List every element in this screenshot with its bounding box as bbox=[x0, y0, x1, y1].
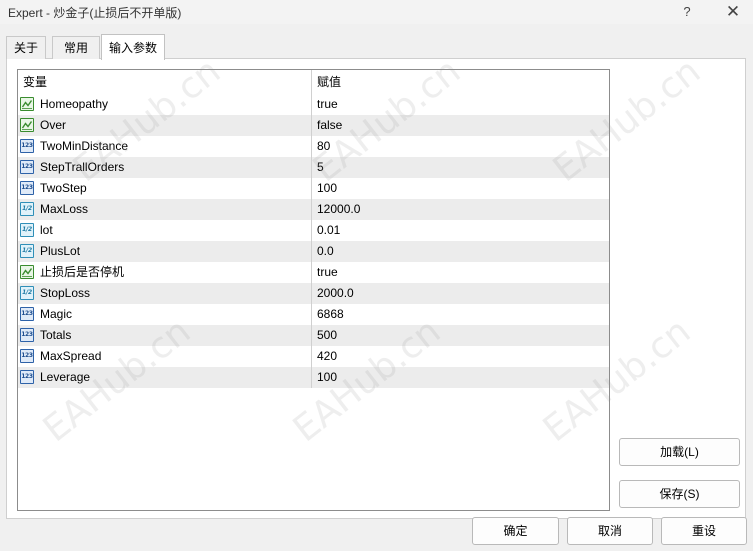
variable-name: Over bbox=[40, 118, 67, 132]
int-icon: 123 bbox=[20, 370, 34, 384]
int-icon-label: 123 bbox=[21, 142, 33, 149]
value-cell[interactable]: 100 bbox=[312, 367, 609, 388]
table-row[interactable]: 1/2 lot 0.01 bbox=[18, 220, 609, 241]
load-button[interactable]: 加载(L) bbox=[619, 438, 740, 466]
double-icon: 1/2 bbox=[20, 244, 34, 258]
int-icon-label: 123 bbox=[21, 331, 33, 338]
title-bar: Expert - 炒金子(止损后不开单版) ? ✕ bbox=[0, 0, 753, 24]
value-cell[interactable]: false bbox=[312, 115, 609, 136]
value-cell[interactable]: 500 bbox=[312, 325, 609, 346]
table-row[interactable]: 1/2 MaxLoss 12000.0 bbox=[18, 199, 609, 220]
grid-rows: Homeopathy true Over false 123 TwoMinDistance… bbox=[18, 94, 609, 388]
value-cell[interactable]: 5 bbox=[312, 157, 609, 178]
double-icon-label: 1/2 bbox=[22, 205, 32, 212]
table-row[interactable]: 123 Magic 6868 bbox=[18, 304, 609, 325]
int-icon-label: 123 bbox=[21, 373, 33, 380]
value-cell[interactable]: 80 bbox=[312, 136, 609, 157]
variable-name: PlusLot bbox=[40, 244, 81, 258]
reset-button[interactable]: 重设 bbox=[661, 517, 747, 545]
value-cell[interactable]: 0.01 bbox=[312, 220, 609, 241]
value-cell[interactable]: 12000.0 bbox=[312, 199, 609, 220]
variable-cell[interactable]: 123 Totals bbox=[18, 325, 312, 346]
int-icon: 123 bbox=[20, 349, 34, 363]
variable-name: StopLoss bbox=[40, 286, 91, 300]
int-icon: 123 bbox=[20, 139, 34, 153]
help-button[interactable]: ? bbox=[676, 1, 698, 23]
variable-cell[interactable]: 止损后是否停机 bbox=[18, 262, 312, 283]
value-cell[interactable]: 2000.0 bbox=[312, 283, 609, 304]
variable-name: MaxSpread bbox=[40, 349, 102, 363]
bool-icon bbox=[20, 118, 34, 132]
table-row[interactable]: 123 TwoStep 100 bbox=[18, 178, 609, 199]
tab-common[interactable]: 常用 bbox=[52, 36, 100, 59]
value-cell[interactable]: 100 bbox=[312, 178, 609, 199]
table-row[interactable]: 1/2 StopLoss 2000.0 bbox=[18, 283, 609, 304]
window-title: Expert - 炒金子(止损后不开单版) bbox=[8, 6, 182, 20]
tab-inputs[interactable]: 输入参数 bbox=[101, 34, 165, 60]
variable-name: Leverage bbox=[40, 370, 91, 384]
column-header-value[interactable]: 赋值 bbox=[312, 70, 609, 94]
variable-cell[interactable]: Over bbox=[18, 115, 312, 136]
table-row[interactable]: 止损后是否停机 true bbox=[18, 262, 609, 283]
variable-cell[interactable]: 123 StepTrallOrders bbox=[18, 157, 312, 178]
variable-cell[interactable]: 123 MaxSpread bbox=[18, 346, 312, 367]
variable-name: StepTrallOrders bbox=[40, 160, 125, 174]
save-button[interactable]: 保存(S) bbox=[619, 480, 740, 508]
variable-cell[interactable]: 1/2 StopLoss bbox=[18, 283, 312, 304]
table-row[interactable]: 123 TwoMinDistance 80 bbox=[18, 136, 609, 157]
bool-icon bbox=[20, 265, 34, 279]
variable-name: Homeopathy bbox=[40, 97, 109, 111]
double-icon: 1/2 bbox=[20, 223, 34, 237]
int-icon-label: 123 bbox=[21, 163, 33, 170]
double-icon: 1/2 bbox=[20, 202, 34, 216]
double-icon: 1/2 bbox=[20, 286, 34, 300]
int-icon: 123 bbox=[20, 307, 34, 321]
ok-button[interactable]: 确定 bbox=[472, 517, 559, 545]
int-icon: 123 bbox=[20, 328, 34, 342]
parameters-grid: 变量 赋值 Homeopathy true Over false 123 TwoMinDi… bbox=[17, 69, 610, 511]
double-icon-label: 1/2 bbox=[22, 226, 32, 233]
value-cell[interactable]: true bbox=[312, 262, 609, 283]
table-row[interactable]: Homeopathy true bbox=[18, 94, 609, 115]
table-row[interactable]: 123 MaxSpread 420 bbox=[18, 346, 609, 367]
value-cell[interactable]: 6868 bbox=[312, 304, 609, 325]
close-button[interactable]: ✕ bbox=[721, 1, 745, 23]
variable-cell[interactable]: 123 TwoMinDistance bbox=[18, 136, 312, 157]
int-icon-label: 123 bbox=[21, 352, 33, 359]
variable-cell[interactable]: 123 Magic bbox=[18, 304, 312, 325]
grid-header: 变量 赋值 bbox=[18, 70, 609, 94]
double-icon-label: 1/2 bbox=[22, 289, 32, 296]
variable-cell[interactable]: 123 TwoStep bbox=[18, 178, 312, 199]
bool-icon bbox=[20, 97, 34, 111]
variable-name: lot bbox=[40, 223, 53, 237]
int-icon: 123 bbox=[20, 181, 34, 195]
variable-name: Magic bbox=[40, 307, 73, 321]
int-icon-label: 123 bbox=[21, 184, 33, 191]
variable-cell[interactable]: 1/2 PlusLot bbox=[18, 241, 312, 262]
table-row[interactable]: 123 StepTrallOrders 5 bbox=[18, 157, 609, 178]
table-row[interactable]: Over false bbox=[18, 115, 609, 136]
value-cell[interactable]: 420 bbox=[312, 346, 609, 367]
double-icon-label: 1/2 bbox=[22, 247, 32, 254]
tab-about[interactable]: 关于 bbox=[6, 36, 46, 59]
variable-cell[interactable]: Homeopathy bbox=[18, 94, 312, 115]
variable-cell[interactable]: 123 Leverage bbox=[18, 367, 312, 388]
cancel-button[interactable]: 取消 bbox=[567, 517, 653, 545]
variable-name: Totals bbox=[40, 328, 72, 342]
table-row[interactable]: 123 Leverage 100 bbox=[18, 367, 609, 388]
variable-name: TwoStep bbox=[40, 181, 87, 195]
int-icon-label: 123 bbox=[21, 310, 33, 317]
variable-name: TwoMinDistance bbox=[40, 139, 129, 153]
variable-cell[interactable]: 1/2 lot bbox=[18, 220, 312, 241]
variable-cell[interactable]: 1/2 MaxLoss bbox=[18, 199, 312, 220]
column-header-variable[interactable]: 变量 bbox=[18, 70, 312, 94]
value-cell[interactable]: 0.0 bbox=[312, 241, 609, 262]
int-icon: 123 bbox=[20, 160, 34, 174]
variable-name: MaxLoss bbox=[40, 202, 89, 216]
variable-name: 止损后是否停机 bbox=[40, 265, 125, 279]
value-cell[interactable]: true bbox=[312, 94, 609, 115]
table-row[interactable]: 123 Totals 500 bbox=[18, 325, 609, 346]
table-row[interactable]: 1/2 PlusLot 0.0 bbox=[18, 241, 609, 262]
